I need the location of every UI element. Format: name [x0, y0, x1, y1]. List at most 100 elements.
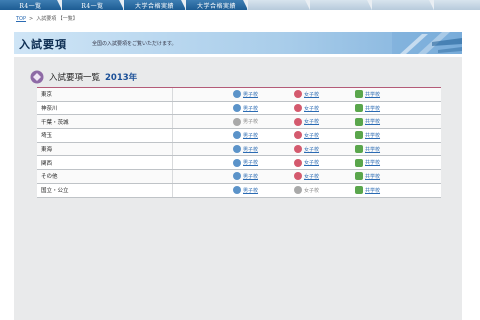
- coed-school-link[interactable]: 共学校: [365, 105, 380, 112]
- coed-school-icon: [355, 131, 363, 140]
- boy-school-icon: [233, 117, 241, 126]
- girls-school-link[interactable]: 女子校: [304, 173, 319, 180]
- girls-school-link[interactable]: 女子校: [304, 91, 319, 98]
- nav-tab-7[interactable]: [372, 0, 434, 10]
- boys-school-link[interactable]: 男子校: [243, 159, 258, 166]
- boys-school-link[interactable]: 男子校: [243, 146, 258, 153]
- boy-school-icon: [233, 158, 241, 167]
- breadcrumb-top-link[interactable]: TOP: [16, 16, 26, 22]
- nav-tab-3[interactable]: 大学合格実績: [124, 0, 186, 10]
- diamond-bullet-icon: [30, 70, 44, 84]
- girls-school-link: 女子校: [304, 187, 320, 194]
- girl-school-icon: [294, 90, 302, 99]
- table-row: その他 男子校 女子校 共学校: [37, 170, 441, 184]
- table-row: 関西 男子校 女子校 共学校: [37, 156, 441, 171]
- coed-school-icon: [355, 145, 363, 154]
- table-row: 千葉・茨城 男子校 女子校 共学校: [37, 115, 441, 130]
- table-row: 神奈川 男子校 女子校 共学校: [37, 101, 441, 116]
- boys-school-cell[interactable]: 男子校: [233, 143, 258, 156]
- region-name: 東海: [37, 142, 173, 156]
- boys-school-cell: 男子校: [233, 115, 258, 128]
- breadcrumb-current: 入試要項 【一覧】: [36, 16, 78, 22]
- page-title-banner: 入試要項 全国の入試要項をご覧いただけます。: [14, 32, 462, 54]
- boys-school-link[interactable]: 男子校: [243, 132, 258, 139]
- boy-school-icon: [233, 172, 241, 181]
- girls-school-cell[interactable]: 女子校: [294, 170, 319, 183]
- boys-school-link[interactable]: 男子校: [243, 91, 258, 98]
- nav-tab-1[interactable]: R4一覧: [0, 0, 62, 10]
- coed-school-link[interactable]: 共学校: [365, 118, 380, 125]
- boys-school-link[interactable]: 男子校: [243, 187, 258, 194]
- page: R4一覧 R4一覧 大学合格実績 大学合格実績 TOP > 入試要項 【一覧】 入試要…: [0, 0, 480, 320]
- boys-school-cell[interactable]: 男子校: [233, 156, 258, 169]
- breadcrumb-separator: >: [29, 15, 34, 22]
- girls-school-link[interactable]: 女子校: [304, 118, 319, 125]
- coed-school-icon: [355, 158, 363, 167]
- coed-school-cell[interactable]: 共学校: [355, 129, 380, 142]
- boys-school-cell[interactable]: 男子校: [233, 170, 258, 183]
- region-name: 千葉・茨城: [37, 115, 173, 129]
- nav-tab-4[interactable]: 大学合格実績: [186, 0, 248, 10]
- boy-school-icon: [233, 131, 241, 140]
- boys-school-cell[interactable]: 男子校: [233, 88, 258, 101]
- coed-school-icon: [355, 104, 363, 113]
- boys-school-cell[interactable]: 男子校: [233, 129, 258, 142]
- table-row: 国立・公立 男子校 女子校 共学校: [37, 183, 441, 198]
- girls-school-cell[interactable]: 女子校: [294, 129, 319, 142]
- coed-school-link[interactable]: 共学校: [365, 91, 380, 98]
- girls-school-cell[interactable]: 女子校: [294, 115, 319, 128]
- top-navigation: R4一覧 R4一覧 大学合格実績 大学合格実績: [0, 0, 480, 10]
- girls-school-link[interactable]: 女子校: [304, 146, 319, 153]
- list-title: 入試要項一覧: [49, 73, 101, 83]
- girls-school-cell: 女子校: [294, 184, 319, 197]
- girls-school-link[interactable]: 女子校: [304, 132, 319, 139]
- boys-school-cell[interactable]: 男子校: [233, 102, 258, 115]
- coed-school-icon: [355, 117, 363, 126]
- boys-school-link: 男子校: [243, 119, 259, 126]
- coed-school-icon: [355, 172, 363, 181]
- boy-school-icon: [233, 145, 241, 154]
- coed-school-link[interactable]: 共学校: [365, 187, 380, 194]
- coed-school-link[interactable]: 共学校: [365, 146, 380, 153]
- boy-school-icon: [233, 90, 241, 99]
- girls-school-link[interactable]: 女子校: [304, 105, 319, 112]
- coed-school-cell[interactable]: 共学校: [355, 156, 380, 169]
- region-name: 関西: [37, 156, 173, 170]
- coed-school-cell[interactable]: 共学校: [355, 170, 380, 183]
- coed-school-cell[interactable]: 共学校: [355, 102, 380, 115]
- coed-school-cell[interactable]: 共学校: [355, 184, 380, 197]
- table-row: 埼玉 男子校 女子校 共学校: [37, 129, 441, 143]
- girl-school-icon: [294, 145, 302, 154]
- coed-school-icon: [355, 90, 363, 99]
- girls-school-cell[interactable]: 女子校: [294, 88, 319, 101]
- nav-tab-6[interactable]: [310, 0, 372, 10]
- region-name: 埼玉: [37, 129, 173, 142]
- page-description: 全国の入試要項をご覧いただけます。: [92, 41, 177, 47]
- coed-school-cell[interactable]: 共学校: [355, 115, 380, 128]
- coed-school-cell[interactable]: 共学校: [355, 88, 380, 101]
- boys-school-link[interactable]: 男子校: [243, 173, 258, 180]
- coed-school-link[interactable]: 共学校: [365, 159, 380, 166]
- girls-school-cell[interactable]: 女子校: [294, 156, 319, 169]
- coed-school-link[interactable]: 共学校: [365, 132, 380, 139]
- boy-school-icon: [233, 104, 241, 113]
- table-row: 東海 男子校 女子校 共学校: [37, 142, 441, 157]
- nav-tab-8[interactable]: [434, 0, 480, 10]
- table-row: 東京 男子校 女子校 共学校: [37, 88, 441, 102]
- girl-school-icon: [294, 131, 302, 140]
- girls-school-cell[interactable]: 女子校: [294, 102, 319, 115]
- girls-school-link[interactable]: 女子校: [304, 159, 319, 166]
- girls-school-cell[interactable]: 女子校: [294, 143, 319, 156]
- coed-school-link[interactable]: 共学校: [365, 173, 380, 180]
- admission-table: 東京 男子校 女子校 共学校 神奈川 男子校 女子校 共学校 千葉・茨城 男子校 女子校 共学校 埼玉男…: [37, 87, 441, 198]
- boys-school-cell[interactable]: 男子校: [233, 184, 258, 197]
- nav-tab-2[interactable]: R4一覧: [62, 0, 124, 10]
- girl-school-icon: [294, 172, 302, 181]
- coed-school-icon: [355, 186, 363, 195]
- coed-school-cell[interactable]: 共学校: [355, 143, 380, 156]
- region-name: 神奈川: [37, 101, 173, 115]
- breadcrumb: TOP > 入試要項 【一覧】: [16, 15, 78, 23]
- nav-tab-5[interactable]: [248, 0, 310, 10]
- boys-school-link[interactable]: 男子校: [243, 105, 258, 112]
- girl-school-icon: [294, 186, 302, 195]
